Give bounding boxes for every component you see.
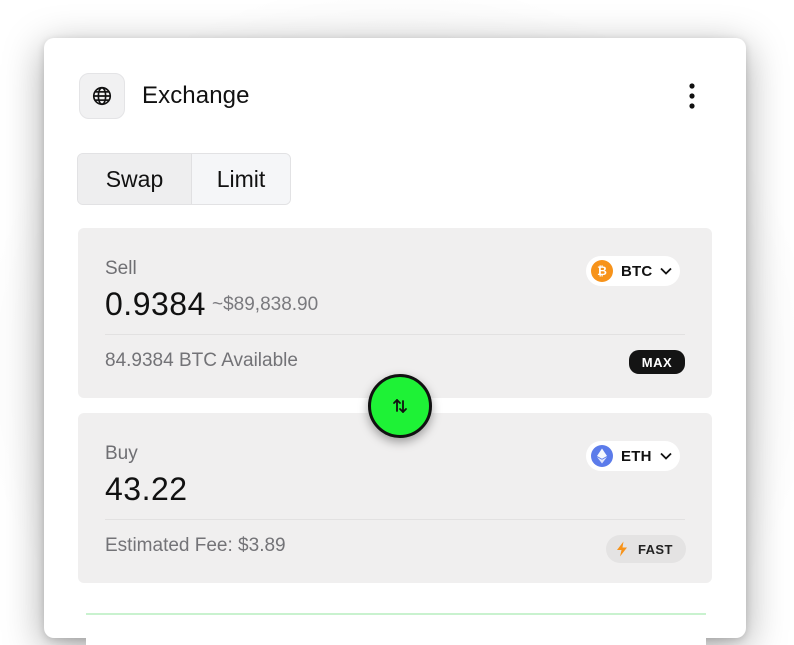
svg-text:₿: ₿ [597,264,607,278]
submit-button-edge[interactable] [86,613,706,645]
max-button[interactable]: MAX [629,350,685,374]
tab-swap[interactable]: Swap [78,154,192,204]
lightning-icon [617,541,627,557]
swap-arrows-icon [393,399,407,413]
ethereum-icon [591,445,613,467]
sell-token-symbol: BTC [621,262,653,280]
sell-token-selector[interactable]: ₿ BTC [586,256,680,286]
sell-usd-value: ~$89,838.90 [212,294,319,315]
swap-direction-button[interactable] [368,374,432,438]
divider [105,334,685,335]
exchange-widget: Exchange Swap Limit Sell 0.9384 ~$89,838… [44,38,746,645]
buy-token-selector[interactable]: ETH [586,441,680,471]
sell-label: Sell [105,258,137,279]
globe-icon [92,86,112,106]
sell-amount-input[interactable]: 0.9384 [105,286,206,323]
estimated-fee: Estimated Fee: $3.89 [105,535,286,556]
buy-label: Buy [105,443,138,464]
page-title: Exchange [142,82,250,109]
globe-button[interactable] [79,73,125,119]
kebab-menu-icon [689,83,695,109]
sell-panel: Sell 0.9384 ~$89,838.90 ₿ BTC 84.9384 BT… [78,228,712,398]
buy-token-symbol: ETH [621,447,652,465]
speed-label: FAST [638,541,673,557]
tab-limit[interactable]: Limit [192,154,290,204]
bitcoin-icon: ₿ [591,260,613,282]
buy-amount-input[interactable]: 43.22 [105,471,188,508]
divider [105,519,685,520]
speed-badge[interactable]: FAST [606,535,686,563]
more-options-button[interactable] [680,78,704,114]
available-balance: 84.9384 BTC Available [105,350,298,371]
chevron-down-icon [659,451,673,461]
mode-tabs: Swap Limit [77,153,291,205]
chevron-down-icon [659,266,673,276]
buy-panel: Buy 43.22 ETH Estimated Fee: $3.89 FAST [78,413,712,583]
